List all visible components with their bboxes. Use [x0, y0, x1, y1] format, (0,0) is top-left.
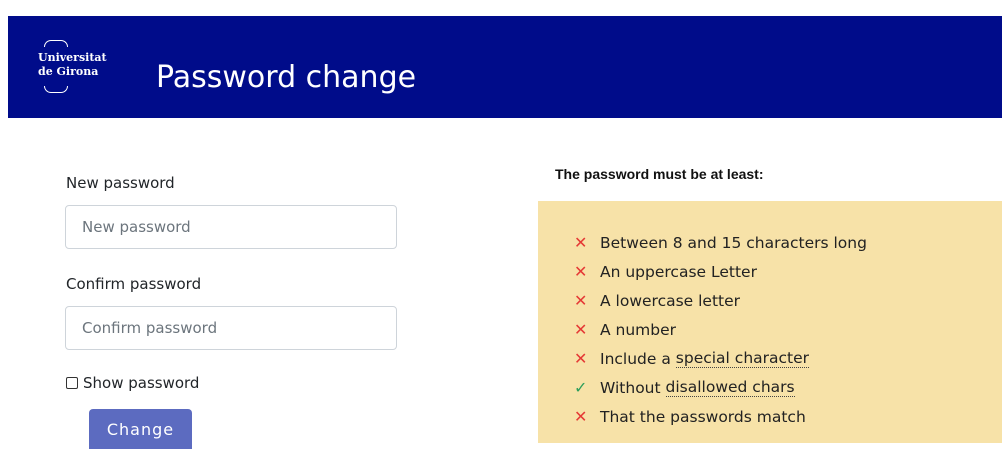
university-logo[interactable]: Universitat de Girona: [38, 40, 128, 98]
change-button[interactable]: Change: [89, 409, 192, 449]
cross-icon: ✕: [574, 262, 588, 281]
requirement-item: ✕ Between 8 and 15 characters long: [574, 228, 867, 257]
cross-icon: ✕: [574, 233, 588, 252]
requirement-text: An uppercase Letter: [600, 262, 757, 281]
requirement-text: Include a: [600, 349, 676, 368]
requirement-item: ✕ Include a special character: [574, 344, 867, 373]
requirements-title: The password must be at least:: [555, 166, 764, 182]
requirement-item: ✕ A number: [574, 315, 867, 344]
page-header: Universitat de Girona Password change: [8, 16, 1002, 118]
requirement-text: Without: [600, 378, 666, 397]
cross-icon: ✕: [574, 320, 588, 339]
requirements-list: ✕ Between 8 and 15 characters long ✕ An …: [574, 228, 867, 431]
logo-arc-bottom-icon: [44, 86, 68, 93]
confirm-password-input[interactable]: [65, 306, 397, 350]
requirements-box: ✕ Between 8 and 15 characters long ✕ An …: [538, 201, 1002, 443]
check-icon: ✓: [574, 378, 588, 397]
logo-line-1: Universitat: [38, 51, 107, 64]
special-character-link[interactable]: special character: [675, 349, 810, 368]
new-password-label: New password: [66, 174, 175, 192]
logo-arc-top-icon: [44, 40, 68, 47]
show-password-toggle[interactable]: Show password: [66, 373, 199, 393]
cross-icon: ✕: [574, 349, 588, 368]
cross-icon: ✕: [574, 407, 588, 426]
logo-line-2: de Girona: [38, 65, 99, 78]
disallowed-chars-link[interactable]: disallowed chars: [665, 378, 795, 397]
requirement-text: A lowercase letter: [600, 291, 741, 310]
requirement-item: ✓ Without disallowed chars: [574, 373, 867, 402]
requirement-text: That the passwords match: [600, 407, 806, 426]
requirement-item: ✕ That the passwords match: [574, 402, 867, 431]
requirement-item: ✕ An uppercase Letter: [574, 257, 867, 286]
page-title: Password change: [156, 60, 417, 95]
show-password-checkbox[interactable]: [66, 377, 78, 389]
requirement-item: ✕ A lowercase letter: [574, 286, 867, 315]
cross-icon: ✕: [574, 291, 588, 310]
confirm-password-label: Confirm password: [66, 275, 202, 293]
requirement-text: Between 8 and 15 characters long: [600, 233, 867, 252]
new-password-input[interactable]: [65, 205, 397, 249]
top-margin: [0, 0, 1002, 16]
requirement-text: A number: [600, 320, 677, 339]
show-password-label: Show password: [83, 374, 200, 392]
